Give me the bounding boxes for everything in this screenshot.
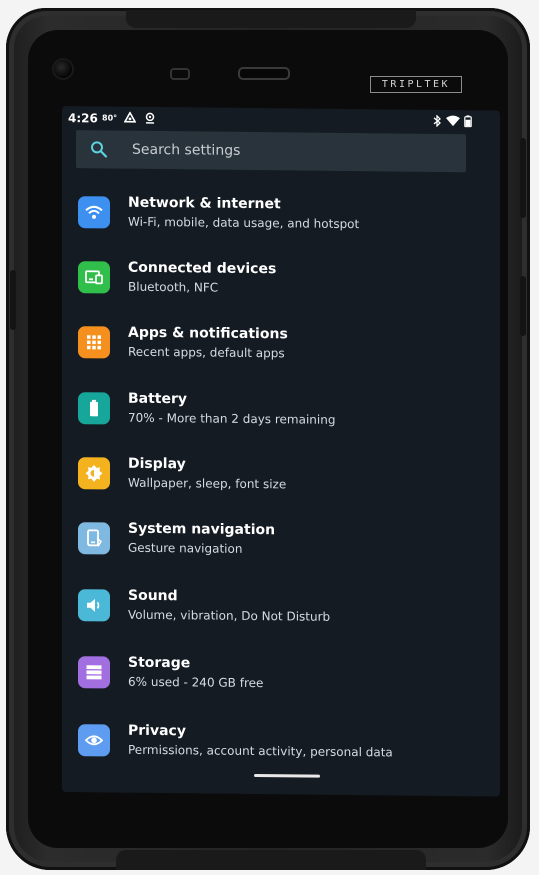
settings-item-privacy[interactable]: Privacy Permissions, account activity, p… — [76, 714, 496, 774]
apps-grid-icon — [78, 326, 110, 359]
settings-item-storage[interactable]: Storage 6% used - 240 GB free — [76, 646, 496, 706]
battery-status-icon — [464, 115, 472, 130]
settings-item-connected-devices[interactable]: Connected devices Bluetooth, NFC — [76, 251, 496, 311]
earpiece-speaker — [238, 67, 290, 80]
storage-icon — [78, 656, 110, 689]
status-temperature: 80° — [102, 113, 118, 123]
assistant-icon — [123, 111, 137, 127]
settings-item-title: Battery — [128, 390, 188, 408]
settings-item-title: Network & internet — [128, 194, 281, 213]
search-icon — [90, 140, 108, 158]
proximity-sensor — [170, 68, 190, 80]
location-icon — [144, 112, 156, 127]
brand-logo: TRIPLTEK — [370, 76, 462, 93]
wifi-status-icon — [446, 115, 460, 130]
settings-item-apps[interactable]: Apps & notifications Recent apps, defaul… — [76, 316, 496, 376]
tablet-device: TRIPLTEK 4:26 80° Search settings Networ… — [6, 8, 530, 870]
right-side-button[interactable] — [520, 138, 526, 218]
battery-icon — [78, 392, 110, 425]
phone-gesture-icon — [78, 522, 110, 555]
settings-item-title: Privacy — [128, 722, 186, 740]
settings-item-title: System navigation — [128, 520, 276, 539]
settings-item-subtitle: 70% - More than 2 days remaining — [128, 410, 336, 427]
bottom-bumper — [116, 850, 426, 870]
privacy-eye-icon — [78, 724, 110, 757]
search-bar[interactable]: Search settings — [76, 130, 466, 173]
settings-screen: 4:26 80° Search settings Network & inter… — [62, 106, 500, 797]
settings-item-subtitle: Volume, vibration, Do Not Disturb — [128, 607, 331, 624]
status-time: 4:26 — [68, 111, 98, 126]
gesture-nav-handle[interactable] — [254, 774, 320, 778]
left-side-button[interactable] — [10, 270, 16, 330]
settings-item-subtitle: Recent apps, default apps — [128, 344, 285, 361]
settings-item-subtitle: Permissions, account activity, personal … — [128, 742, 393, 760]
settings-item-subtitle: Wallpaper, sleep, font size — [128, 475, 287, 492]
right-side-button-lower[interactable] — [520, 276, 526, 336]
settings-item-system-navigation[interactable]: System navigation Gesture navigation — [76, 512, 496, 572]
settings-item-title: Sound — [128, 587, 178, 605]
settings-item-title: Display — [128, 455, 186, 473]
brightness-icon — [78, 457, 110, 490]
settings-item-title: Apps & notifications — [128, 324, 288, 343]
settings-item-display[interactable]: Display Wallpaper, sleep, font size — [76, 447, 496, 507]
settings-item-sound[interactable]: Sound Volume, vibration, Do Not Disturb — [76, 579, 496, 639]
top-bumper — [126, 10, 416, 28]
settings-item-subtitle: Bluetooth, NFC — [128, 279, 219, 295]
settings-item-subtitle: Gesture navigation — [128, 540, 243, 556]
front-camera — [54, 60, 72, 78]
settings-item-battery[interactable]: Battery 70% - More than 2 days remaining — [76, 382, 496, 442]
wifi-icon — [78, 196, 110, 229]
settings-item-subtitle: 6% used - 240 GB free — [128, 674, 264, 691]
settings-item-title: Connected devices — [128, 259, 277, 278]
settings-item-network[interactable]: Network & internet Wi-Fi, mobile, data u… — [76, 186, 496, 246]
settings-item-title: Storage — [128, 654, 191, 672]
settings-item-subtitle: Wi-Fi, mobile, data usage, and hotspot — [128, 214, 360, 232]
search-input[interactable]: Search settings — [132, 142, 240, 159]
devices-icon — [78, 261, 110, 294]
bluetooth-icon — [432, 114, 442, 130]
volume-icon — [78, 589, 110, 622]
